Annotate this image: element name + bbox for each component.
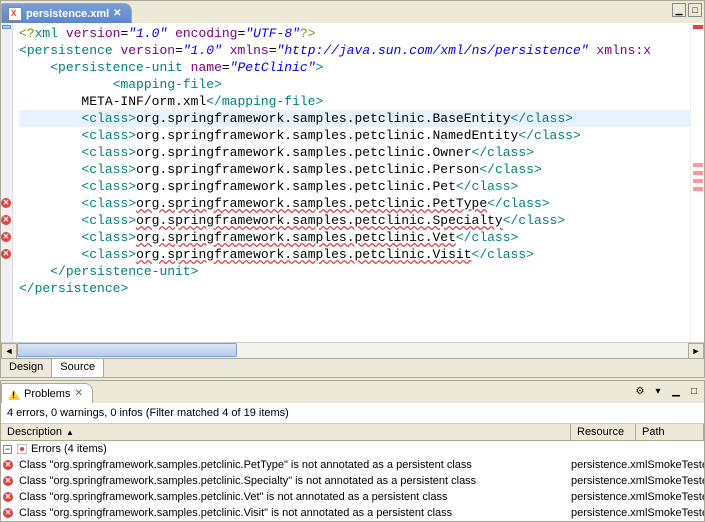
problem-path: SmokeTester/sr <box>647 507 704 519</box>
error-icon: ✕ <box>3 476 13 486</box>
close-problems-tab-icon[interactable]: ✕ <box>74 388 86 400</box>
sort-ascending-icon: ▲ <box>66 428 74 437</box>
code-line[interactable]: <?xml version="1.0" encoding="UTF-8"?> <box>19 25 690 42</box>
column-header-resource[interactable]: Resource <box>571 424 636 440</box>
problems-rows: − Errors (4 items) ✕ Class "org.springfra… <box>1 441 704 521</box>
overview-error-mark[interactable] <box>693 171 703 175</box>
problem-resource: persistence.xml <box>571 475 647 487</box>
problem-resource: persistence.xml <box>571 491 647 503</box>
code-line[interactable]: <persistence-unit name="PetClinic"> <box>19 59 690 76</box>
code-line[interactable]: <class>org.springframework.samples.petcl… <box>19 110 690 127</box>
file-tab-label: persistence.xml <box>26 8 109 20</box>
view-menu-button[interactable]: ▾ <box>650 384 666 400</box>
problem-path: SmokeTester/sr <box>647 491 704 503</box>
tab-design[interactable]: Design <box>1 359 52 377</box>
code-line[interactable]: <persistence version="1.0" xmlns="http:/… <box>19 42 690 59</box>
editor-tab-bar: persistence.xml ✕ ▁ □ <box>1 1 704 23</box>
code-line[interactable]: </persistence> <box>19 280 690 297</box>
problems-header-row: Description▲ Resource Path <box>1 423 704 441</box>
error-marker-icon[interactable]: ✕ <box>1 198 13 210</box>
error-icon: ✕ <box>3 508 13 518</box>
problem-row[interactable]: ✕ Class "org.springframework.samples.petc… <box>1 505 704 521</box>
problem-resource: persistence.xml <box>571 459 647 471</box>
pane-window-controls: ▁ □ <box>672 3 702 17</box>
scroll-right-button[interactable]: ► <box>688 343 704 359</box>
code-line[interactable]: <class>org.springframework.samples.petcl… <box>19 144 690 161</box>
code-line[interactable]: META-INF/orm.xml</mapping-file> <box>19 93 690 110</box>
problems-view-tab[interactable]: Problems ✕ <box>1 383 93 403</box>
problems-table: Description▲ Resource Path − Errors (4 i… <box>1 423 704 521</box>
code-line[interactable]: <class>org.springframework.samples.petcl… <box>19 127 690 144</box>
folding-marker[interactable] <box>2 25 11 29</box>
code-line[interactable]: <class>org.springframework.samples.petcl… <box>19 178 690 195</box>
problem-path: SmokeTester/sr <box>647 459 704 471</box>
problem-path: SmokeTester/sr <box>647 475 704 487</box>
close-tab-icon[interactable]: ✕ <box>113 8 125 20</box>
column-header-description[interactable]: Description▲ <box>1 424 571 440</box>
overview-ruler[interactable] <box>690 23 704 342</box>
code-line[interactable]: <class>org.springframework.samples.petcl… <box>19 161 690 178</box>
collapse-toggle-icon[interactable]: − <box>3 445 12 454</box>
error-marker-icon[interactable]: ✕ <box>1 249 13 261</box>
code-line[interactable]: <class>org.springframework.samples.petcl… <box>19 212 690 229</box>
code-line[interactable]: </persistence-unit> <box>19 263 690 280</box>
error-marker-icon[interactable]: ✕ <box>1 232 13 244</box>
overview-error-mark[interactable] <box>693 163 703 167</box>
code-line[interactable]: <mapping-file> <box>19 76 690 93</box>
problems-icon <box>8 388 20 400</box>
problem-row[interactable]: ✕ Class "org.springframework.samples.petc… <box>1 473 704 489</box>
problems-group-label: Errors (4 items) <box>31 443 107 455</box>
overview-error-mark[interactable] <box>693 187 703 191</box>
problem-row[interactable]: ✕ Class "org.springframework.samples.petc… <box>1 489 704 505</box>
scroll-left-button[interactable]: ◄ <box>1 343 17 359</box>
problem-description: Class "org.springframework.samples.petcl… <box>19 475 476 487</box>
problem-description: Class "org.springframework.samples.petcl… <box>19 491 447 503</box>
maximize-pane-button[interactable]: □ <box>688 3 702 17</box>
problems-tab-label: Problems <box>24 388 70 400</box>
scrollbar-track[interactable] <box>17 343 688 358</box>
annotation-ruler[interactable]: ✕ ✕ ✕ ✕ <box>1 23 13 342</box>
horizontal-scrollbar[interactable]: ◄ ► <box>1 342 704 358</box>
error-icon: ✕ <box>3 492 13 502</box>
problem-description: Class "org.springframework.samples.petcl… <box>19 459 472 471</box>
problems-summary: 4 errors, 0 warnings, 0 infos (Filter ma… <box>1 403 704 423</box>
editor-body: ✕ ✕ ✕ ✕ <?xml version="1.0" encoding="UTF-8… <box>1 23 704 342</box>
problem-resource: persistence.xml <box>571 507 647 519</box>
errors-group-icon <box>17 444 27 454</box>
file-tab-persistence[interactable]: persistence.xml ✕ <box>1 3 132 23</box>
editor-bottom-tabs: Design Source <box>1 358 704 377</box>
problem-row[interactable]: ✕ Class "org.springframework.samples.petc… <box>1 457 704 473</box>
minimize-pane-button[interactable]: ▁ <box>672 3 686 17</box>
filters-button[interactable]: ⚙ <box>632 384 648 400</box>
problem-description: Class "org.springframework.samples.petcl… <box>19 507 452 519</box>
minimize-view-button[interactable]: ▁ <box>668 384 684 400</box>
overview-error-summary[interactable] <box>693 25 703 29</box>
error-marker-icon[interactable]: ✕ <box>1 215 13 227</box>
column-header-path[interactable]: Path <box>636 424 704 440</box>
problems-tab-bar: Problems ✕ ⚙ ▾ ▁ □ <box>1 381 704 403</box>
problems-group-row[interactable]: − Errors (4 items) <box>1 441 704 457</box>
xml-file-icon <box>8 7 22 21</box>
tab-source[interactable]: Source <box>52 359 104 377</box>
error-icon: ✕ <box>3 460 13 470</box>
overview-error-mark[interactable] <box>693 179 703 183</box>
source-code-area[interactable]: <?xml version="1.0" encoding="UTF-8"?><p… <box>13 23 690 342</box>
maximize-view-button[interactable]: □ <box>686 384 702 400</box>
editor-pane: persistence.xml ✕ ▁ □ ✕ ✕ ✕ ✕ <?xml version… <box>0 0 705 378</box>
problems-toolbar: ⚙ ▾ ▁ □ <box>632 384 702 400</box>
code-line[interactable]: <class>org.springframework.samples.petcl… <box>19 246 690 263</box>
code-line[interactable]: <class>org.springframework.samples.petcl… <box>19 195 690 212</box>
scrollbar-thumb[interactable] <box>17 343 237 357</box>
problems-pane: Problems ✕ ⚙ ▾ ▁ □ 4 errors, 0 warnings,… <box>0 380 705 522</box>
code-line[interactable]: <class>org.springframework.samples.petcl… <box>19 229 690 246</box>
